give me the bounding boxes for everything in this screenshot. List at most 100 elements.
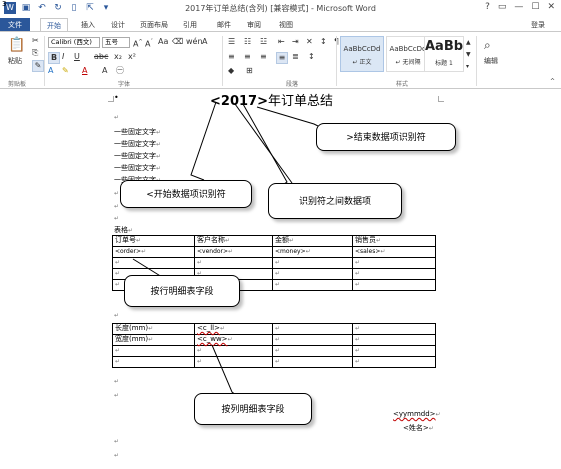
change-case-icon[interactable]: Aa <box>158 37 168 47</box>
table-cell[interactable]: ↵ <box>194 345 273 357</box>
clear-format-icon[interactable]: ⌫ <box>172 37 183 47</box>
table-cell[interactable]: 长度(mm)↵ <box>112 323 195 335</box>
table-cell[interactable]: ↵ <box>272 334 353 346</box>
table-cell[interactable]: ↵ <box>112 257 195 269</box>
field-cell[interactable]: <vendor>↵ <box>194 246 273 258</box>
field-cell[interactable]: <c_ww>↵ <box>194 334 273 346</box>
tab-references[interactable]: 引用 <box>176 18 204 32</box>
table-cell[interactable]: ↵ <box>352 323 436 335</box>
numbering-icon[interactable]: ☷ <box>244 37 251 47</box>
bullets-icon[interactable]: ☰ <box>228 37 235 47</box>
table-cell[interactable]: ↵ <box>352 345 436 357</box>
name-field: <姓名>↵ <box>403 424 434 432</box>
multilevel-list-icon[interactable]: ☳ <box>260 37 267 47</box>
minimize-button[interactable]: — <box>514 2 523 12</box>
table-cell[interactable]: 宽度(mm)↵ <box>112 334 195 346</box>
paste-icon[interactable]: 📋 <box>8 36 26 54</box>
table-cell[interactable]: ↵ <box>194 257 273 269</box>
field-cell[interactable]: <c_ll>↵ <box>194 323 273 335</box>
shading-icon[interactable]: ◆ <box>228 66 234 76</box>
styles-scroll-up-icon[interactable]: ▲ <box>466 38 471 48</box>
font-name-combo[interactable]: Calibri (西文) <box>48 37 100 48</box>
table-cell[interactable]: ↵ <box>352 334 436 346</box>
font-size-combo[interactable]: 五号 <box>102 37 130 48</box>
header-cell[interactable]: 订单号↵ <box>112 235 195 247</box>
grow-font-icon[interactable]: A^ <box>133 37 143 50</box>
paragraph-mark: ↵ <box>114 378 120 385</box>
help-icon[interactable]: ? <box>485 2 490 12</box>
table-cell[interactable]: ↵ <box>352 268 436 280</box>
copy-icon[interactable]: ⎘ <box>32 48 38 58</box>
tab-review[interactable]: 审阅 <box>240 18 268 32</box>
phonetic-guide-icon[interactable]: wén <box>186 37 203 47</box>
distributed-icon[interactable]: ≣ <box>292 52 299 62</box>
table-cell[interactable]: ↵ <box>352 257 436 269</box>
strikethrough-icon[interactable]: abc <box>94 52 108 62</box>
char-shading-icon[interactable]: A <box>102 66 107 76</box>
style-name: 标题 1 <box>435 60 453 67</box>
text-effects-icon[interactable]: A <box>48 66 53 76</box>
tab-mailings[interactable]: 邮件 <box>210 18 238 32</box>
shrink-font-icon[interactable]: Aˇ <box>145 37 153 50</box>
tab-page-layout[interactable]: 页面布局 <box>134 18 174 32</box>
field-cell[interactable]: <sales>↵ <box>352 246 436 258</box>
style-heading-1[interactable]: AaBb 标题 1 <box>424 36 464 72</box>
increase-indent-icon[interactable]: ⇥ <box>292 37 299 47</box>
table-cell[interactable]: ↵ <box>112 356 195 368</box>
tab-file[interactable]: 文件 <box>0 18 30 32</box>
editing-button[interactable]: 编辑 <box>484 56 498 66</box>
table-cell[interactable]: ↵ <box>272 279 353 291</box>
italic-icon[interactable]: I <box>62 52 64 62</box>
align-center-icon[interactable]: ≡ <box>244 52 251 62</box>
format-painter-icon[interactable]: ✎ <box>32 60 44 72</box>
tab-design[interactable]: 设计 <box>104 18 132 32</box>
field-cell[interactable]: <money>↵ <box>272 246 353 258</box>
style-normal[interactable]: AaBbCcDd ↵ 正文 <box>340 36 384 72</box>
underline-icon[interactable]: U <box>74 52 80 62</box>
table-cell[interactable]: ↵ <box>272 268 353 280</box>
ribbon-home: 📋 粘贴 ✂ ⎘ ✎ 剪贴板 Calibri (西文) 五号 A^ Aˇ Aa … <box>0 31 561 89</box>
paste-button[interactable]: 粘贴 <box>8 56 22 66</box>
char-border-icon[interactable]: A <box>202 37 207 47</box>
tab-view[interactable]: 视图 <box>272 18 300 32</box>
chinese-layout-icon[interactable]: ✕ <box>306 37 313 47</box>
justify-icon[interactable]: ≡ <box>276 52 288 64</box>
borders-icon[interactable]: ⊞ <box>246 66 253 76</box>
table-cell[interactable]: ↵ <box>272 356 353 368</box>
superscript-icon[interactable]: x² <box>128 52 136 62</box>
table-cell[interactable]: ↵ <box>272 257 353 269</box>
binoculars-icon[interactable]: ⌕ <box>484 38 491 52</box>
styles-scroll-down-icon[interactable]: ▼ <box>466 50 471 60</box>
sort-icon[interactable]: ↕ <box>320 37 327 47</box>
tab-insert[interactable]: 插入 <box>74 18 102 32</box>
header-cell[interactable]: 销售员↵ <box>352 235 436 247</box>
tab-home[interactable]: 开始 <box>40 18 68 32</box>
table-cell[interactable]: ↵ <box>112 345 195 357</box>
decrease-indent-icon[interactable]: ⇤ <box>278 37 285 47</box>
highlight-icon[interactable]: ✎ <box>62 66 69 76</box>
align-left-icon[interactable]: ≡ <box>228 52 235 62</box>
styles-more-icon[interactable]: ▾ <box>466 62 469 72</box>
ribbon-display-icon[interactable]: ▭ <box>498 2 507 12</box>
font-color-icon[interactable]: A <box>82 66 87 76</box>
subscript-icon[interactable]: x₂ <box>114 52 122 62</box>
login-link[interactable]: 登录 <box>531 18 545 32</box>
table-cell[interactable]: ↵ <box>352 356 436 368</box>
header-cell[interactable]: 客户名称↵ <box>194 235 273 247</box>
paragraph-mark: ↵ <box>114 312 120 319</box>
table-cell[interactable]: ↵ <box>272 323 353 335</box>
table-cell[interactable]: ↵ <box>194 356 273 368</box>
collapse-ribbon-icon[interactable]: ^ <box>550 77 555 87</box>
bold-icon[interactable]: B <box>48 52 60 64</box>
align-right-icon[interactable]: ≡ <box>260 52 267 62</box>
callout-start-marker: <开始数据项识别符 <box>120 180 252 208</box>
line-spacing-icon[interactable]: ↕ <box>308 52 315 62</box>
field-cell[interactable]: <order>↵ <box>112 246 195 258</box>
close-button[interactable]: ✕ <box>547 2 555 12</box>
table-cell[interactable]: ↵ <box>272 345 353 357</box>
cut-icon[interactable]: ✂ <box>32 36 39 46</box>
header-cell[interactable]: 金额↵ <box>272 235 353 247</box>
table-cell[interactable]: ↵ <box>352 279 436 291</box>
maximize-button[interactable]: ☐ <box>531 2 539 12</box>
enclose-char-icon[interactable]: ㊀ <box>116 66 124 76</box>
